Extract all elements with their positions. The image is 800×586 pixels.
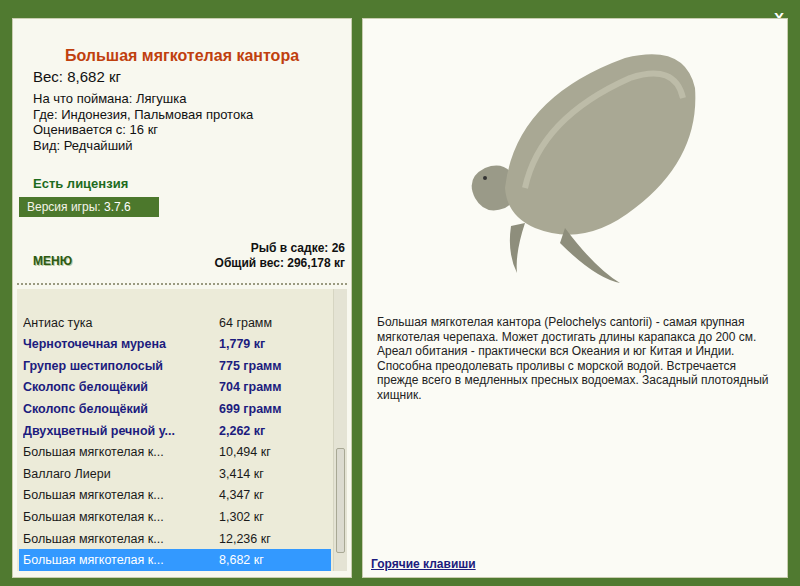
catch-weight: 2,262 кг	[219, 424, 327, 438]
top-bar: X	[12, 0, 788, 18]
catch-name: Большая мягкотелая к...	[23, 488, 219, 502]
catch-name: Большая мягкотелая к...	[23, 510, 219, 524]
catch-row[interactable]: Большая мягкотелая к...4,347 кг	[19, 485, 331, 507]
catch-weight: 4,347 кг	[219, 488, 327, 502]
catch-name: Черноточечная мурена	[23, 337, 219, 351]
catch-row[interactable]: Групер шестиполосый775 грамм	[19, 355, 331, 377]
catch-name: Большая мягкотелая к...	[23, 445, 219, 459]
catch-name: Антиас тука	[23, 316, 219, 330]
catch-row[interactable]: Большая мягкотелая к...12,236 кг	[19, 528, 331, 550]
catch-row[interactable]: Антиас тука64 грамм	[19, 312, 331, 334]
catch-row[interactable]: Большая мягкотелая к...8,682 кг	[19, 549, 331, 571]
fish-detail: На что поймана: Лягушка	[19, 91, 345, 107]
catch-name: Сколопс белощёкий	[23, 380, 219, 394]
catch-row[interactable]: Черноточечная мурена1,779 кг	[19, 333, 331, 355]
catch-list: Антиас тука64 граммЧерноточечная мурена1…	[17, 289, 347, 571]
catch-name: Валлаго Лиери	[23, 467, 219, 481]
stats-row: МЕНЮ Рыб в садке: 26Общий вес: 296,178 кг	[19, 241, 345, 271]
cage-stats: Рыб в садке: 26Общий вес: 296,178 кг	[215, 241, 345, 271]
version-bar: Версия игры: 3.7.6	[19, 197, 159, 217]
fish-weight: Вес: 8,682 кг	[19, 68, 345, 85]
fish-detail: Где: Индонезия, Пальмовая протока	[19, 107, 345, 123]
license-status: Есть лицензия	[19, 176, 345, 191]
catch-weight: 1,302 кг	[219, 510, 327, 524]
turtle-image	[445, 38, 705, 288]
picture-panel: Большая мягкотелая кантора (Pelochelys c…	[362, 18, 788, 578]
scroll-thumb[interactable]	[336, 448, 345, 553]
catch-row[interactable]: Сколопс белощёкий699 грамм	[19, 398, 331, 420]
catch-weight: 64 грамм	[219, 316, 327, 330]
catch-weight: 1,779 кг	[219, 337, 327, 351]
catch-window: X Большая мягкотелая кантора Вес: 8,682 кг…	[0, 0, 800, 586]
stat-line: Общий вес: 296,178 кг	[215, 256, 345, 271]
menu-button[interactable]: МЕНЮ	[33, 254, 72, 268]
catch-row[interactable]: Большая мягкотелая к...10,494 кг	[19, 441, 331, 463]
catch-weight: 12,236 кг	[219, 532, 327, 546]
catch-name: Большая мягкотелая к...	[23, 553, 219, 567]
catch-rows: Антиас тука64 граммЧерноточечная мурена1…	[17, 289, 333, 571]
catch-name: Сколопс белощёкий	[23, 402, 219, 416]
stat-line: Рыб в садке: 26	[251, 241, 345, 256]
info-panel: Большая мягкотелая кантора Вес: 8,682 кг Н…	[12, 18, 352, 578]
catch-name: Двухцветный речной у...	[23, 424, 219, 438]
fish-title: Большая мягкотелая кантора	[19, 47, 345, 65]
separator	[17, 283, 347, 285]
scrollbar[interactable]	[333, 289, 347, 571]
fish-info: Большая мягкотелая кантора Вес: 8,682 кг Н…	[13, 19, 351, 271]
panels: Большая мягкотелая кантора Вес: 8,682 кг Н…	[12, 18, 788, 578]
catch-weight: 8,682 кг	[219, 553, 327, 567]
catch-row[interactable]: Сколопс белощёкий704 грамм	[19, 377, 331, 399]
fish-detail: Оценивается с: 16 кг	[19, 122, 345, 138]
fish-detail: Вид: Редчайший	[19, 138, 345, 154]
hotkeys-link[interactable]: Горячие клавиши	[369, 557, 781, 571]
catch-row[interactable]: Двухцветный речной у...2,262 кг	[19, 420, 331, 442]
catch-row[interactable]: Валлаго Лиери3,414 кг	[19, 463, 331, 485]
fish-photo	[369, 23, 781, 303]
catch-name: Большая мягкотелая к...	[23, 532, 219, 546]
catch-name: Групер шестиполосый	[23, 359, 219, 373]
fish-description: Большая мягкотелая кантора (Pelochelys c…	[369, 303, 781, 402]
catch-weight: 775 грамм	[219, 359, 327, 373]
catch-weight: 704 грамм	[219, 380, 327, 394]
catch-weight: 699 грамм	[219, 402, 327, 416]
catch-row[interactable]: Большая мягкотелая к...1,302 кг	[19, 506, 331, 528]
catch-weight: 3,414 кг	[219, 467, 327, 481]
catch-weight: 10,494 кг	[219, 445, 327, 459]
